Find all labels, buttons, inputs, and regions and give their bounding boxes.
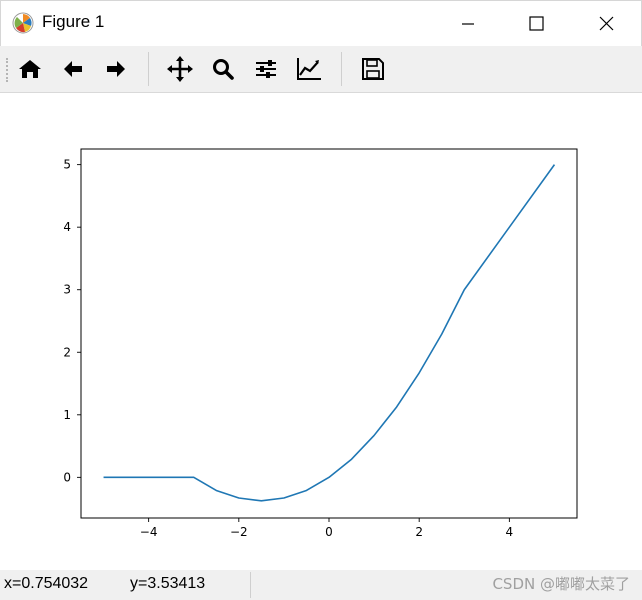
close-button[interactable] xyxy=(583,1,629,47)
y-tick-label: 0 xyxy=(63,470,71,484)
x-tick-label: 0 xyxy=(325,525,333,539)
title-bar: Figure 1 xyxy=(0,0,642,46)
y-tick-label: 5 xyxy=(63,158,71,172)
y-tick-label: 2 xyxy=(63,345,71,359)
watermark: CSDN @嘟嘟太菜了 xyxy=(492,575,630,593)
cursor-y-readout: y=3.53413 xyxy=(130,575,206,592)
move-icon xyxy=(167,56,193,82)
x-tick-label: 2 xyxy=(415,525,423,539)
figure-canvas[interactable]: −4 −2 0 2 4 0 1 2 3 4 5 xyxy=(0,93,642,570)
y-tick-label: 1 xyxy=(63,408,71,422)
maximize-icon xyxy=(529,16,544,31)
x-tick-label: −2 xyxy=(230,525,248,539)
forward-button[interactable] xyxy=(100,54,132,84)
y-tick-label: 4 xyxy=(63,220,71,234)
line-chart[interactable]: −4 −2 0 2 4 0 1 2 3 4 5 xyxy=(0,93,642,570)
minimize-button[interactable] xyxy=(445,1,491,47)
cursor-x-readout: x=0.754032 xyxy=(4,575,89,592)
window-title: Figure 1 xyxy=(42,12,105,31)
line-chart-icon xyxy=(297,58,321,80)
pan-button[interactable] xyxy=(164,54,196,84)
close-icon xyxy=(599,16,614,31)
axis-ticks: −4 −2 0 2 4 0 1 2 3 4 5 xyxy=(63,158,513,539)
sliders-icon xyxy=(256,60,276,78)
status-separator xyxy=(250,572,251,598)
x-tick-label: 4 xyxy=(506,525,514,539)
matplotlib-logo-icon xyxy=(12,12,34,34)
save-icon xyxy=(362,58,384,80)
arrow-left-icon xyxy=(64,61,82,77)
zoom-button[interactable] xyxy=(207,54,239,84)
status-bar: x=0.754032 y=3.53413 CSDN @嘟嘟太菜了 xyxy=(0,570,642,600)
back-button[interactable] xyxy=(57,54,89,84)
toolbar-grip[interactable] xyxy=(6,58,10,82)
minimize-icon xyxy=(462,23,474,25)
zoom-icon xyxy=(213,59,234,80)
series-line xyxy=(103,164,556,502)
customize-button[interactable] xyxy=(293,54,325,84)
x-tick-label: −4 xyxy=(140,525,158,539)
plot-area xyxy=(80,148,578,519)
y-tick-label: 3 xyxy=(63,283,71,297)
subplots-button[interactable] xyxy=(250,54,282,84)
maximize-button[interactable] xyxy=(513,1,559,47)
toolbar-separator xyxy=(148,52,149,86)
home-icon xyxy=(19,60,41,78)
toolbar-separator xyxy=(341,52,342,86)
toolbar xyxy=(0,46,642,93)
home-button[interactable] xyxy=(14,54,46,84)
save-button[interactable] xyxy=(357,54,389,84)
arrow-right-icon xyxy=(107,61,125,77)
